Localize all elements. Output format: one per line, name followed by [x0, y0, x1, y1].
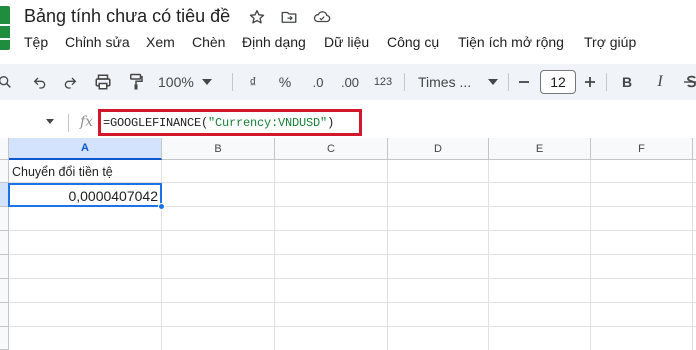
column-header-f[interactable]: F — [591, 138, 693, 160]
document-title[interactable]: Bảng tính chưa có tiêu đề — [24, 6, 230, 27]
column-header-b[interactable]: B — [162, 138, 275, 160]
select-all-corner[interactable] — [0, 138, 9, 160]
toolbar-divider — [606, 73, 607, 91]
toolbar-divider — [232, 73, 233, 91]
row-header-8[interactable] — [0, 327, 9, 350]
row-header-5[interactable] — [0, 255, 9, 279]
row-gridline — [9, 278, 696, 279]
star-icon[interactable] — [248, 8, 266, 26]
row-gridline — [9, 302, 696, 303]
menu-edit[interactable]: Chỉnh sửa — [65, 34, 130, 50]
menu-view[interactable]: Xem — [146, 34, 175, 50]
redo-icon[interactable] — [60, 71, 80, 93]
bold-button[interactable]: B — [618, 71, 636, 93]
row-gridline — [9, 230, 696, 231]
name-box-dropdown-icon[interactable] — [46, 119, 54, 124]
title-bar: Bảng tính chưa có tiêu đề — [0, 0, 696, 50]
row-header-7[interactable] — [0, 303, 9, 327]
print-icon[interactable] — [92, 71, 114, 93]
number-format-button[interactable]: 123 — [370, 71, 396, 93]
column-gridline — [387, 160, 388, 350]
undo-icon[interactable] — [30, 71, 50, 93]
formula-string-argument: "Currency:VNDUSD" — [208, 116, 328, 130]
increase-decimal-label: .00 — [340, 74, 360, 90]
active-cell-selection[interactable] — [8, 183, 162, 207]
formula-function: =GOOGLEFINANCE( — [103, 116, 209, 130]
formula-divider — [68, 114, 69, 132]
font-family-value: Times ... — [418, 74, 472, 90]
font-family-select[interactable]: Times ... — [418, 71, 498, 93]
menu-tools[interactable]: Công cụ — [387, 34, 439, 50]
strikethrough-icon[interactable] — [684, 71, 696, 93]
menu-format[interactable]: Định dạng — [242, 34, 306, 50]
formula-input[interactable]: =GOOGLEFINANCE("Currency:VNDUSD") — [103, 116, 334, 130]
decrease-decimal-label: .0 — [312, 74, 324, 90]
italic-button[interactable]: I — [652, 71, 668, 93]
column-header-c[interactable]: C — [275, 138, 388, 160]
row-header-3[interactable] — [0, 207, 9, 231]
spreadsheet-grid[interactable]: A B C D E F Chuyển đổi tiền tệ 0,0000407… — [0, 138, 696, 350]
currency-format-button[interactable]: ₫ — [244, 71, 262, 93]
formula-closing-paren: ) — [327, 116, 335, 130]
chevron-down-icon — [201, 79, 212, 85]
fill-handle[interactable] — [158, 203, 165, 210]
row-header-4[interactable] — [0, 231, 9, 255]
row-header-1[interactable] — [0, 160, 9, 183]
cloud-status-icon[interactable] — [312, 8, 331, 26]
column-header-e[interactable]: E — [489, 138, 591, 160]
fx-icon: fx — [80, 114, 94, 130]
increase-decimal-button[interactable]: .00 — [336, 71, 364, 93]
row-gridline — [9, 254, 696, 255]
move-folder-icon[interactable] — [280, 8, 298, 26]
menu-file[interactable]: Tệp — [24, 34, 48, 50]
menu-data[interactable]: Dữ liệu — [324, 34, 369, 50]
toolbar-divider — [404, 73, 405, 91]
column-gridline — [692, 160, 693, 350]
column-header-a[interactable]: A — [9, 138, 162, 160]
percent-format-button[interactable]: % — [276, 71, 294, 93]
increase-font-size-icon[interactable] — [582, 71, 598, 93]
menu-extensions[interactable]: Tiện ích mở rộng — [458, 34, 564, 50]
column-header-d[interactable]: D — [388, 138, 489, 160]
cell-a1[interactable]: Chuyển đổi tiền tệ — [12, 165, 113, 179]
toolbar-divider — [508, 73, 509, 91]
zoom-select[interactable]: 100% — [158, 71, 214, 93]
row-header-6[interactable] — [0, 279, 9, 303]
row-gridline — [9, 326, 696, 327]
column-gridline — [590, 160, 591, 350]
column-gridline — [274, 160, 275, 350]
zoom-value: 100% — [158, 74, 194, 90]
chevron-down-icon — [488, 79, 498, 85]
menu-bar: Tệp Chỉnh sửa Xem Chèn Định dạng Dữ liệu… — [0, 32, 696, 54]
menu-insert[interactable]: Chèn — [192, 34, 225, 50]
decrease-decimal-button[interactable]: .0 — [306, 71, 330, 93]
menu-help[interactable]: Trợ giúp — [584, 34, 636, 50]
paint-format-icon[interactable] — [126, 71, 146, 93]
search-menus-icon[interactable] — [0, 71, 14, 93]
decrease-font-size-icon[interactable] — [516, 71, 532, 93]
toolbar: 100% ₫ % .0 .00 123 Times ... 12 B I — [0, 64, 696, 100]
column-gridline — [488, 160, 489, 350]
font-size-input[interactable]: 12 — [540, 70, 576, 94]
